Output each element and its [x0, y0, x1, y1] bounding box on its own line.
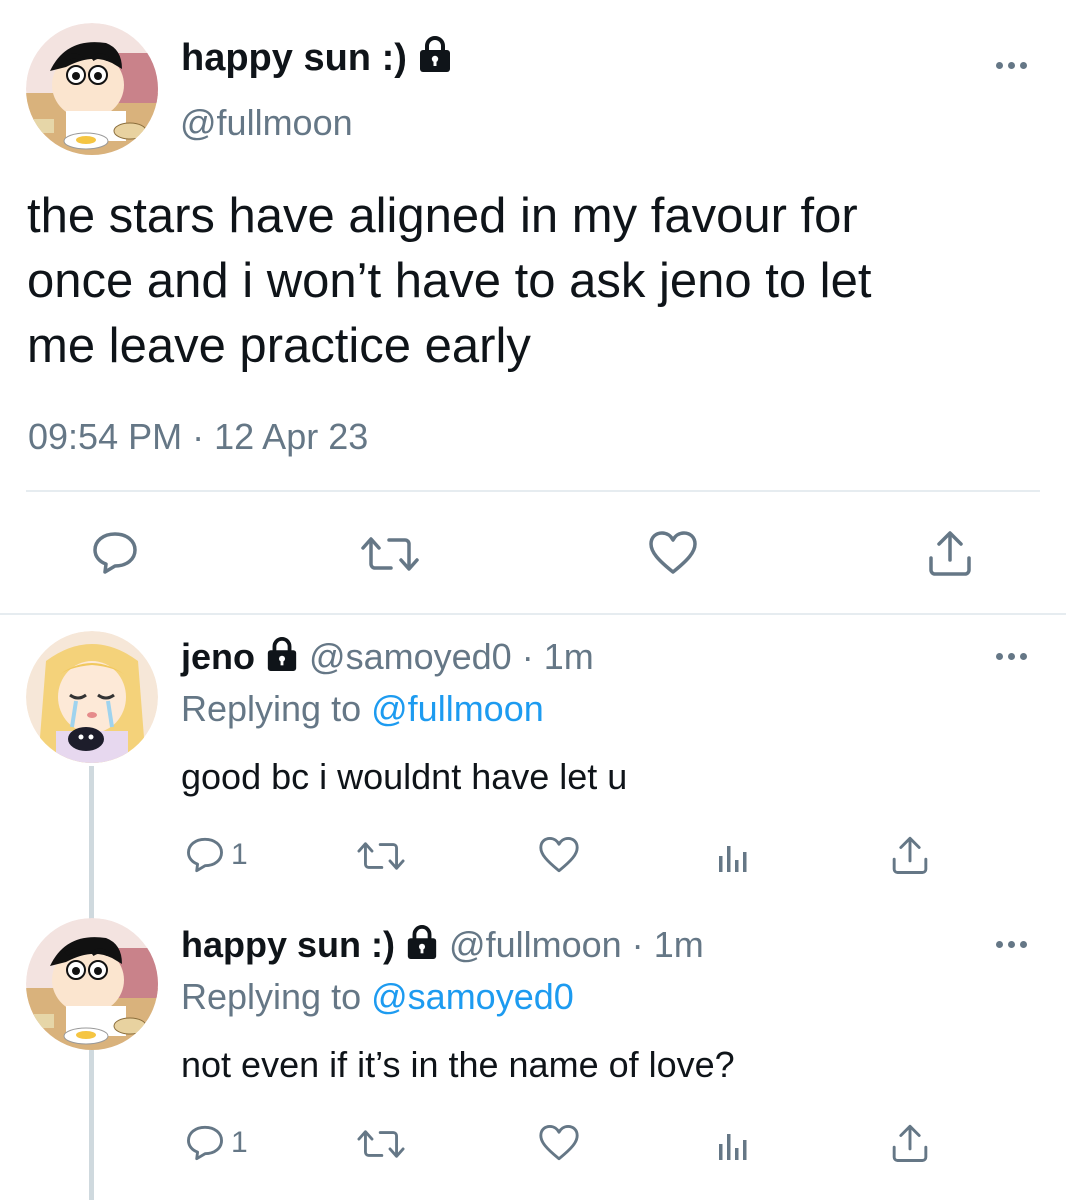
tweet-time: 09:54 PM: [28, 416, 183, 457]
analytics-button[interactable]: [717, 838, 751, 874]
replying-to: Replying to @samoyed0: [181, 974, 574, 1020]
share-icon: [892, 836, 928, 874]
handle[interactable]: @samoyed0: [309, 636, 512, 677]
divider: [0, 613, 1066, 615]
like-button[interactable]: [538, 836, 580, 874]
separator: ·: [521, 636, 534, 677]
author-line: happy sun :) @fullmoon · 1m: [181, 922, 704, 971]
replying-to-link[interactable]: @fullmoon: [371, 688, 544, 729]
reply-text: good bc i wouldnt have let u: [181, 756, 628, 797]
share-button[interactable]: [890, 1122, 930, 1164]
avatar[interactable]: [26, 23, 158, 155]
analytics-icon: [719, 846, 747, 872]
retweet-icon: [357, 1130, 405, 1158]
analytics-button[interactable]: [717, 1126, 751, 1162]
handle[interactable]: @fullmoon: [180, 100, 353, 146]
retweet-icon: [361, 537, 419, 571]
share-icon: [929, 531, 971, 576]
reply-age[interactable]: 1m: [544, 636, 594, 677]
reply-icon: [187, 1125, 223, 1161]
display-name[interactable]: happy sun :): [181, 37, 407, 79]
tweet-date: 12 Apr 23: [214, 416, 369, 457]
retweet-button[interactable]: [355, 838, 407, 874]
lock-icon: [265, 636, 299, 683]
reply-button[interactable]: 1: [185, 1124, 248, 1162]
reply-button[interactable]: 1: [185, 836, 248, 874]
like-icon: [649, 531, 697, 574]
tweet-text-line: me leave practice early: [27, 319, 531, 373]
replying-prefix: Replying to: [181, 976, 362, 1017]
tweet-text: the stars have aligned in my favour for …: [27, 184, 871, 379]
lock-icon: [405, 924, 439, 971]
thread-line: [89, 1050, 94, 1200]
separator: ·: [631, 924, 644, 965]
author-line: jeno @samoyed0 · 1m: [181, 634, 594, 683]
handle[interactable]: @fullmoon: [449, 924, 622, 965]
share-button[interactable]: [890, 834, 930, 876]
reply-text: not even if it’s in the name of love?: [181, 1044, 735, 1085]
more-icon[interactable]: [996, 62, 1027, 69]
reply-button[interactable]: [91, 530, 139, 576]
reply-count: 1: [231, 1126, 248, 1159]
share-button[interactable]: [926, 528, 974, 578]
display-name[interactable]: happy sun :): [181, 924, 395, 965]
tweet-text-line: once and i won’t have to ask jeno to let: [27, 254, 872, 308]
author-line: happy sun :): [181, 34, 453, 85]
like-button[interactable]: [538, 1124, 580, 1162]
share-icon: [892, 1124, 928, 1162]
replying-to-link[interactable]: @samoyed0: [371, 976, 574, 1017]
avatar[interactable]: [26, 631, 158, 763]
retweet-button[interactable]: [355, 1126, 407, 1162]
reply-icon: [187, 837, 223, 873]
more-icon[interactable]: [996, 941, 1027, 948]
separator: ·: [192, 416, 205, 457]
more-icon[interactable]: [996, 653, 1027, 660]
reply-age[interactable]: 1m: [654, 924, 704, 965]
like-icon: [539, 837, 579, 873]
analytics-icon: [719, 1134, 747, 1160]
replying-to: Replying to @fullmoon: [181, 686, 544, 732]
like-icon: [539, 1125, 579, 1161]
reply-icon: [93, 532, 137, 574]
thread-line: [89, 766, 94, 926]
replying-prefix: Replying to: [181, 688, 362, 729]
like-button[interactable]: [648, 530, 698, 576]
tweet-text-line: the stars have aligned in my favour for: [27, 189, 858, 243]
lock-icon: [417, 35, 453, 85]
timestamp[interactable]: 09:54 PM · 12 Apr 23: [28, 414, 368, 460]
retweet-icon: [357, 842, 405, 870]
avatar[interactable]: [26, 918, 158, 1050]
retweet-button[interactable]: [359, 532, 421, 576]
divider: [26, 490, 1040, 492]
reply-count: 1: [231, 838, 248, 871]
display-name[interactable]: jeno: [181, 636, 255, 677]
